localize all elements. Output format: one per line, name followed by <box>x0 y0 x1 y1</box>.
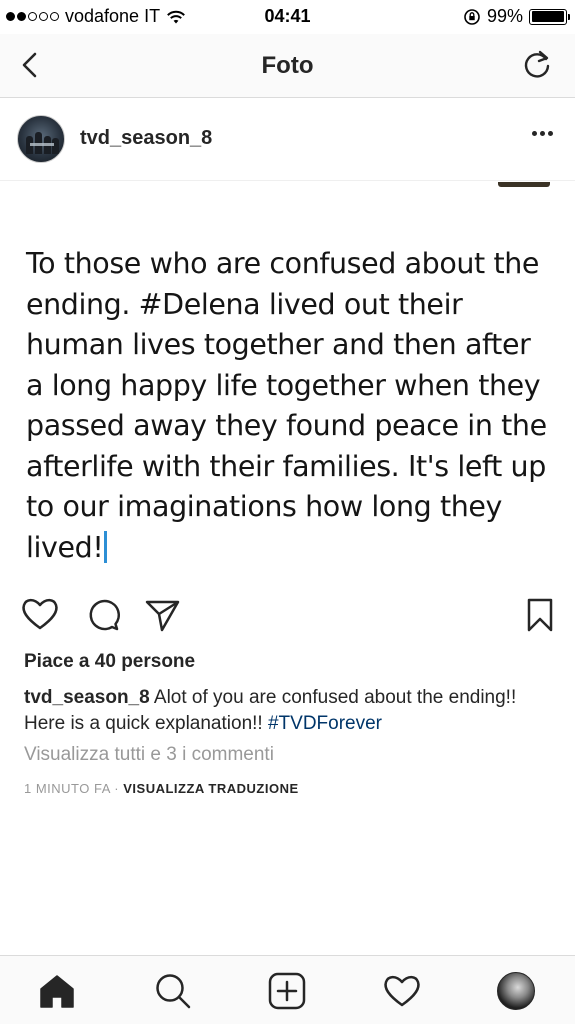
search-icon[interactable] <box>153 971 193 1011</box>
post-caption: tvd_season_8 Alot of you are confused ab… <box>24 685 554 737</box>
image-edge <box>498 182 550 187</box>
meta-separator: · <box>110 781 124 796</box>
profile-avatar[interactable] <box>497 972 535 1010</box>
battery-level <box>531 11 565 22</box>
action-bar <box>0 590 575 640</box>
caption-hashtag[interactable]: #TVDForever <box>268 713 382 734</box>
home-icon[interactable] <box>37 971 77 1011</box>
time-ago: 1 MINUTO FA <box>24 781 111 796</box>
page-title: Foto <box>261 52 314 79</box>
refresh-icon[interactable] <box>519 47 555 83</box>
bookmark-icon[interactable] <box>520 594 560 634</box>
caption-username[interactable]: tvd_season_8 <box>24 687 150 708</box>
rotation-lock-icon <box>464 8 480 25</box>
tab-bar <box>0 955 575 1024</box>
view-comments-link[interactable]: Visualizza tutti e 3 i commenti <box>24 744 274 766</box>
post-image-text-content: To those who are confused about the endi… <box>26 247 547 564</box>
comment-icon[interactable] <box>82 594 122 634</box>
post-username[interactable]: tvd_season_8 <box>80 127 212 150</box>
battery-icon <box>529 8 570 25</box>
see-translation-link[interactable]: VISUALIZZA TRADUZIONE <box>123 781 298 796</box>
share-icon[interactable] <box>142 594 182 634</box>
more-horizontal-icon[interactable] <box>532 131 553 136</box>
add-icon[interactable] <box>267 971 307 1011</box>
status-right: 99% <box>463 6 570 27</box>
avatar[interactable] <box>17 115 65 163</box>
nav-bar: Foto <box>0 34 575 98</box>
post-meta: 1 MINUTO FA · VISUALIZZA TRADUZIONE <box>24 781 299 796</box>
post-header: tvd_season_8 <box>0 99 575 181</box>
post-image[interactable]: To those who are confused about the endi… <box>0 182 575 575</box>
battery-percent: 99% <box>486 6 523 26</box>
heart-icon[interactable] <box>382 971 422 1011</box>
likes-count[interactable]: Piace a 40 persone <box>24 651 195 673</box>
heart-icon[interactable] <box>20 594 60 634</box>
post-image-text: To those who are confused about the endi… <box>26 244 556 568</box>
text-cursor <box>104 530 108 563</box>
status-bar: vodafone IT 04:41 99% <box>0 0 575 34</box>
